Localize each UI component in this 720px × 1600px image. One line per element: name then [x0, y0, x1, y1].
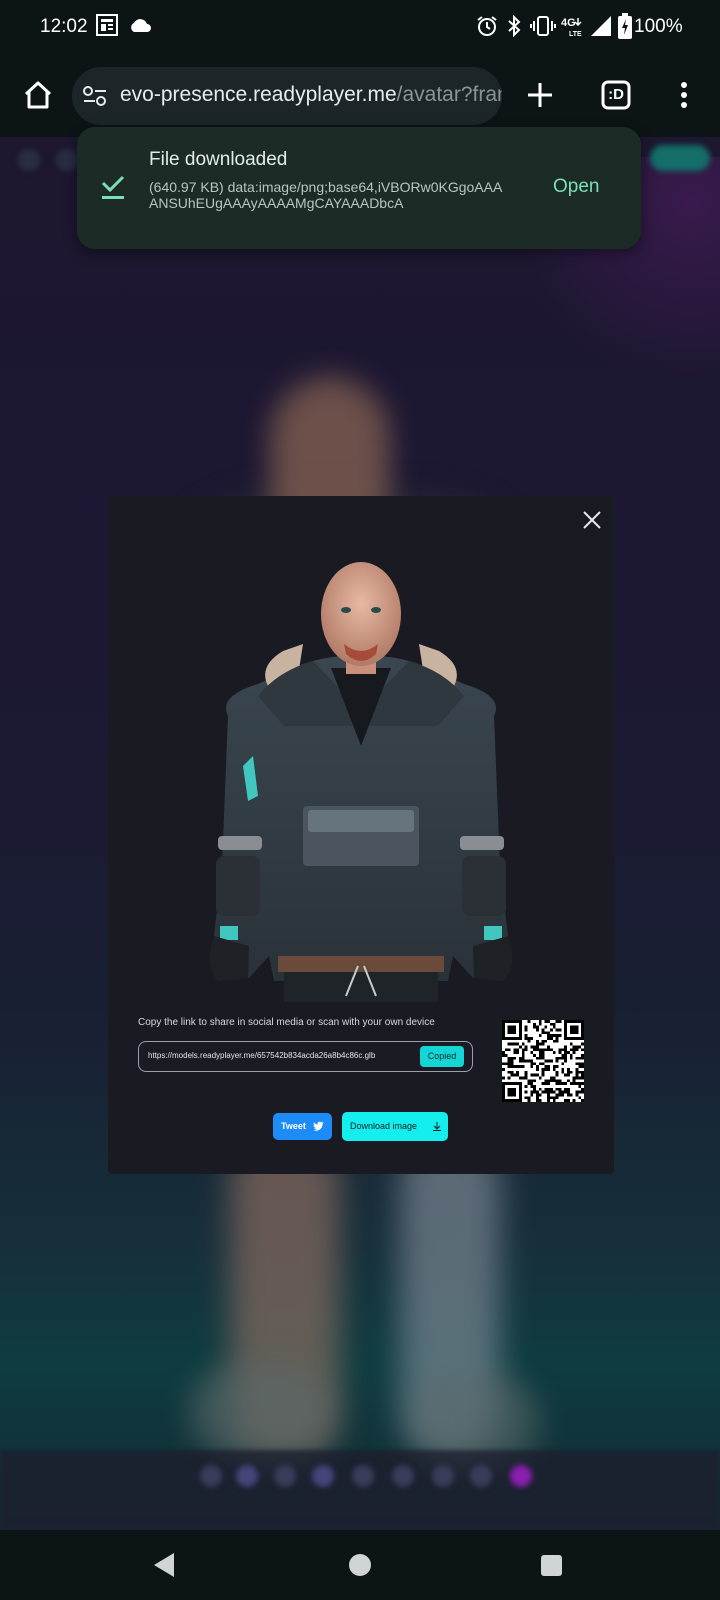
qr-code [502, 1020, 584, 1102]
tweet-label: Tweet [281, 1121, 306, 1131]
copied-button[interactable]: Copied [420, 1046, 464, 1067]
share-link-url: https://models.readyplayer.me/657542b834… [148, 1051, 376, 1060]
download-done-icon [101, 175, 125, 199]
background-nav-item [432, 1465, 454, 1487]
url-text: evo-presence.readyplayer.me/avatar?fran [120, 83, 502, 107]
lte-icon: 4G LTE [561, 17, 582, 38]
background-nav-item [236, 1465, 258, 1487]
status-time: 12:02 [40, 16, 88, 37]
tab-count: :D [608, 86, 624, 103]
background-nav-item [352, 1465, 374, 1487]
download-image-label: Download image [350, 1121, 418, 1131]
background-bottom-nav [0, 1450, 720, 1530]
background-nav-item [392, 1465, 414, 1487]
download-icon [433, 1122, 441, 1131]
background-header-icon [56, 149, 78, 171]
background-header-button [650, 145, 710, 171]
alarm-icon [477, 16, 497, 36]
home-nav-button[interactable] [349, 1554, 371, 1576]
background-nav-item [312, 1465, 334, 1487]
bluetooth-icon [508, 14, 521, 38]
recents-nav-button[interactable] [541, 1555, 562, 1576]
open-button[interactable]: Open [553, 176, 599, 198]
background-nav-item-active [510, 1465, 532, 1487]
download-snackbar: File downloaded (640.97 KB) data:image/p… [77, 127, 641, 249]
twitter-icon [313, 1121, 324, 1131]
menu-button[interactable] [664, 75, 704, 115]
signal-icon [591, 16, 611, 36]
url-domain: evo-presence.readyplayer.me [120, 83, 397, 106]
tab-switcher-button[interactable]: :D [596, 75, 636, 115]
cloud-icon [131, 19, 151, 32]
avatar-render [209, 562, 513, 1002]
tweet-button[interactable]: Tweet [273, 1113, 332, 1140]
site-settings-icon[interactable] [82, 84, 108, 108]
snackbar-title: File downloaded [149, 149, 288, 170]
background-nav-item [274, 1465, 296, 1487]
background-header-icon [18, 149, 40, 171]
browser-toolbar: evo-presence.readyplayer.me/avatar?fran … [0, 55, 720, 137]
share-instructions: Copy the link to share in social media o… [138, 1017, 435, 1028]
download-image-button[interactable]: Download image [342, 1112, 448, 1141]
status-bar: 12:02 4G LTE 100% [0, 0, 720, 55]
background-avatar-shoe [190, 1367, 330, 1457]
plus-icon [528, 83, 552, 107]
new-tab-button[interactable] [520, 75, 560, 115]
news-icon [96, 14, 118, 36]
battery-charging-icon [618, 13, 632, 39]
share-modal: Copy the link to share in social media o… [108, 496, 614, 1174]
home-icon [24, 81, 52, 109]
url-path: /avatar?fran [396, 83, 502, 106]
battery-percent: 100% [634, 16, 683, 37]
svg-text:LTE: LTE [569, 31, 582, 38]
vibrate-icon [530, 16, 556, 36]
system-nav-bar [0, 1530, 720, 1600]
address-bar[interactable]: evo-presence.readyplayer.me/avatar?fran [72, 67, 502, 125]
svg-text:4G: 4G [561, 17, 576, 29]
back-icon[interactable] [152, 1552, 176, 1578]
home-button[interactable] [18, 75, 58, 115]
more-vert-icon [681, 82, 687, 108]
background-nav-item [470, 1465, 492, 1487]
background-nav-item [200, 1465, 222, 1487]
share-link-field[interactable]: https://models.readyplayer.me/657542b834… [138, 1041, 473, 1072]
snackbar-detail: (640.97 KB) data:image/png;base64,iVBORw… [149, 179, 503, 211]
